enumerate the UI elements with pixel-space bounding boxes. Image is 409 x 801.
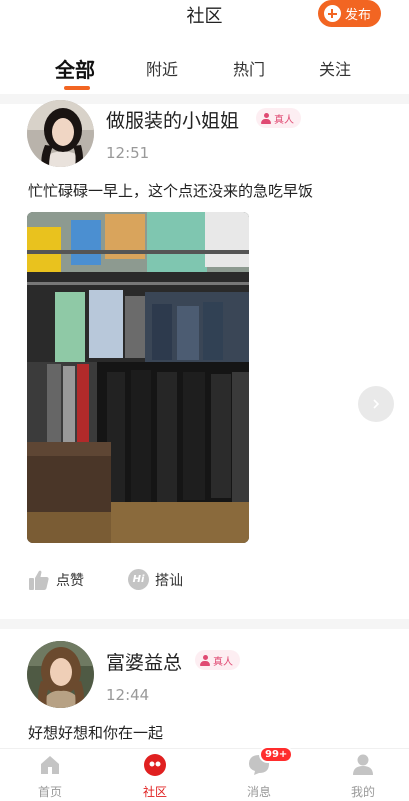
like-label: 点赞	[56, 573, 84, 589]
chat-up-label: 搭讪	[155, 572, 183, 589]
verified-badge-label: 真人	[274, 114, 294, 126]
post-time: 12:51	[106, 144, 150, 162]
verified-badge-label: 真人	[213, 656, 233, 668]
unread-badge: 99+	[259, 746, 294, 763]
message-icon: 99+	[247, 746, 294, 777]
person-icon	[200, 655, 210, 666]
nav-messages[interactable]: 99+ 消息	[229, 746, 294, 800]
plus-circle-icon	[323, 5, 341, 22]
post-time: 12:44	[106, 686, 150, 704]
nav-community[interactable]: 社区	[125, 753, 185, 800]
person-icon	[261, 113, 271, 124]
avatar[interactable]	[27, 100, 94, 167]
like-button[interactable]: 点赞	[28, 569, 84, 591]
chat-up-button[interactable]: Hi 搭讪	[128, 569, 183, 590]
avatar[interactable]	[27, 641, 94, 708]
feed-tabs: 全部 附近 热门 关注	[0, 52, 409, 94]
nav-community-label: 社区	[142, 785, 167, 799]
post-username[interactable]: 富婆益总	[106, 648, 182, 675]
post-text: 忙忙碌碌一早上，这个点还没来的急吃早饭	[28, 182, 314, 200]
post-text: 好想好想和你在一起	[28, 724, 164, 742]
home-icon	[38, 753, 62, 777]
community-icon	[143, 753, 167, 777]
nav-home[interactable]: 首页	[20, 753, 80, 800]
nav-profile[interactable]: 我的	[333, 753, 393, 800]
nav-messages-label: 消息	[246, 785, 271, 799]
next-image-button[interactable]	[358, 386, 394, 422]
verified-badge: 真人	[256, 108, 301, 128]
bottom-nav: 首页 社区 99+ 消息 我的	[0, 746, 409, 801]
nav-profile-label: 我的	[350, 785, 375, 799]
publish-label: 发布	[344, 8, 371, 23]
tab-all[interactable]: 全部	[55, 54, 95, 83]
tab-nearby[interactable]: 附近	[146, 56, 178, 80]
hi-icon: Hi	[128, 569, 149, 590]
tab-following[interactable]: 关注	[319, 56, 351, 80]
post-photo[interactable]	[27, 212, 249, 543]
thumbs-up-icon	[29, 570, 49, 590]
profile-icon	[351, 753, 375, 777]
active-tab-indicator	[64, 86, 90, 90]
publish-button[interactable]: 发布	[317, 0, 381, 27]
chevron-right-icon	[373, 399, 380, 409]
tab-hot[interactable]: 热门	[233, 56, 265, 80]
verified-badge: 真人	[195, 650, 240, 670]
nav-home-label: 首页	[37, 785, 62, 799]
post-username[interactable]: 做服装的小姐姐	[106, 106, 239, 133]
header: 社区 发布	[0, 0, 409, 32]
section-divider	[0, 619, 409, 629]
